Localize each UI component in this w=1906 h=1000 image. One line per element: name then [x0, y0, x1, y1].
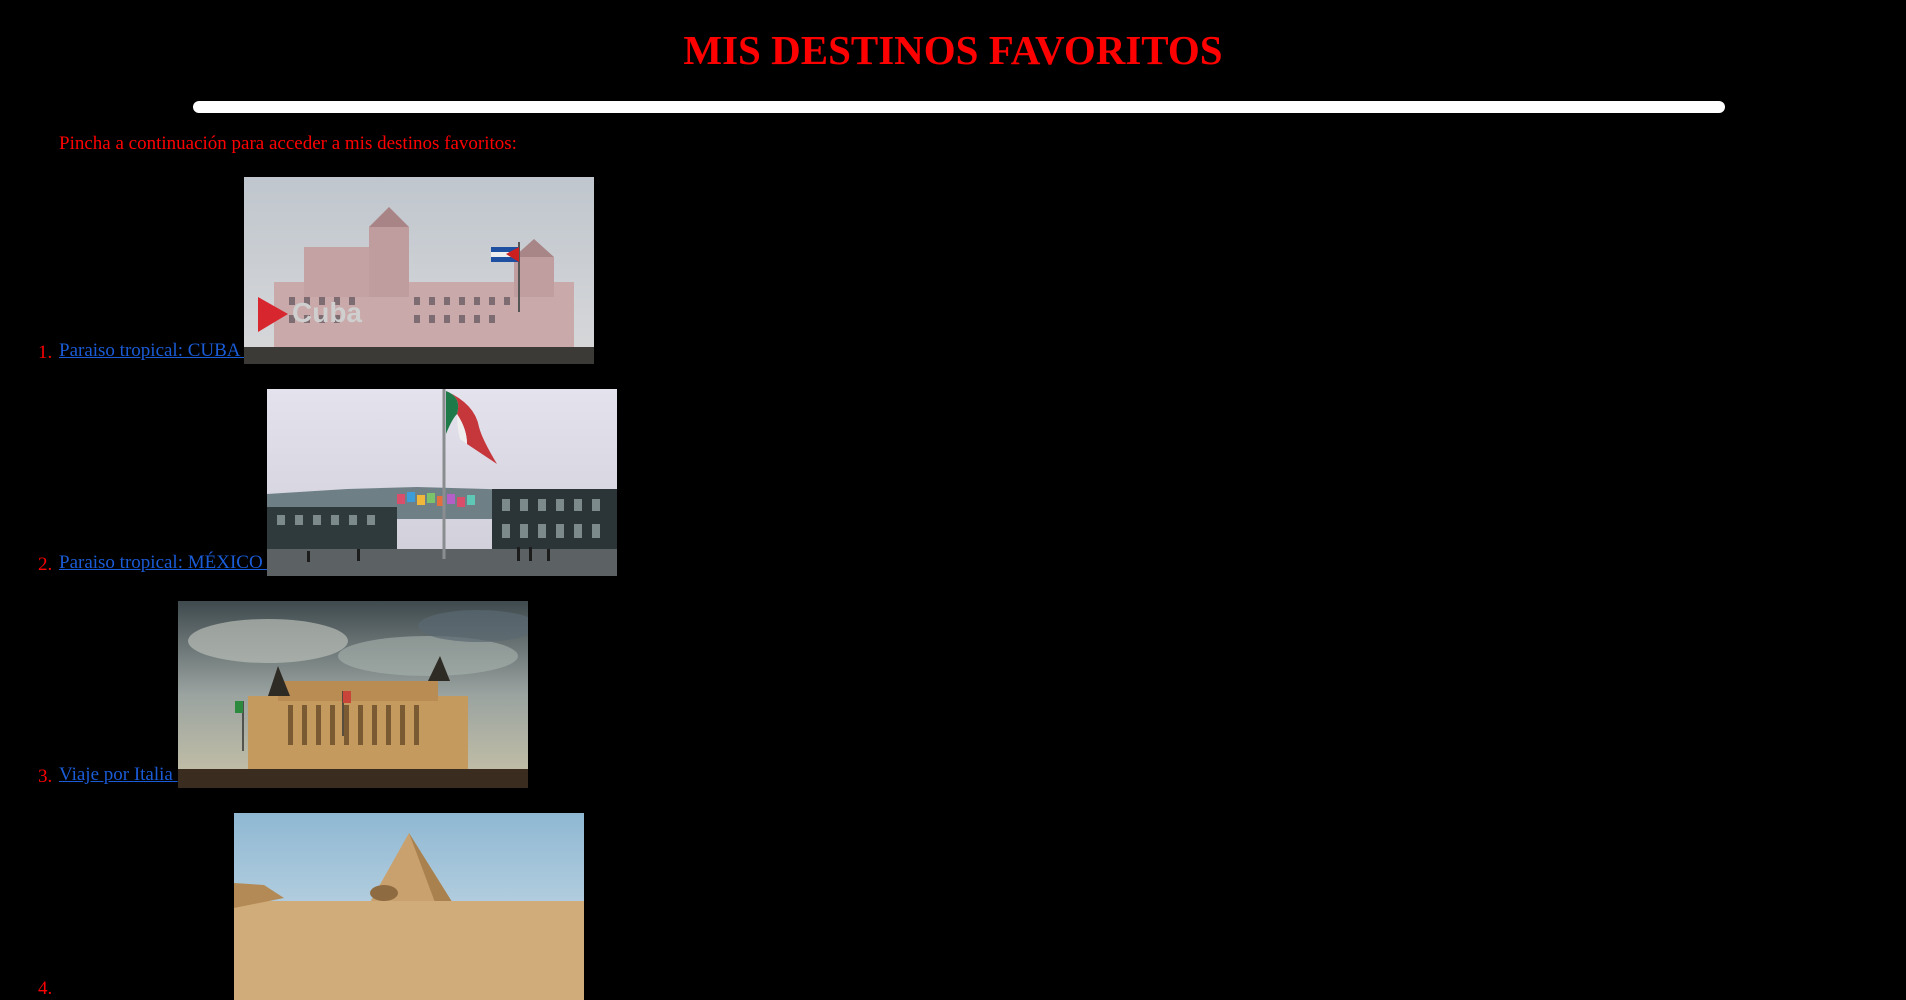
list-item: 4.	[38, 810, 584, 1000]
link-label: Paraiso tropical: CUBA	[59, 340, 245, 361]
svg-text:Cuba: Cuba	[292, 297, 362, 328]
destination-link-italia[interactable]: Viaje por Italia	[59, 601, 528, 788]
cuba-image[interactable]: Cuba	[244, 177, 595, 364]
page-title: MIS DESTINOS FAVORITOS	[683, 27, 1223, 73]
list-number: 3.	[38, 766, 53, 787]
egipto-image[interactable]	[234, 813, 584, 1000]
divider-bar	[193, 101, 1725, 113]
destination-link-cuba[interactable]: Paraiso tropical: CUBA Cuba	[59, 177, 595, 364]
mexico-image[interactable]	[267, 389, 618, 576]
italia-image[interactable]	[177, 601, 528, 788]
list-number: 2.	[38, 554, 53, 575]
list-item: 2. Paraiso tropical: MÉXICO	[38, 386, 618, 576]
link-label: Viaje por Italia	[59, 764, 178, 785]
destination-link-mexico[interactable]: Paraiso tropical: MÉXICO	[59, 389, 618, 576]
intro-text: Pincha a continuación para acceder a mis…	[59, 133, 517, 154]
list-number: 1.	[38, 342, 53, 363]
list-item: 3. Viaje por Italia	[38, 598, 528, 788]
link-label: Paraiso tropical: MÉXICO	[59, 552, 268, 573]
list-item: 1. Paraiso tropical: CUBA Cuba	[38, 174, 595, 364]
destination-link-egipto[interactable]	[59, 813, 584, 1000]
list-number: 4.	[38, 978, 53, 999]
